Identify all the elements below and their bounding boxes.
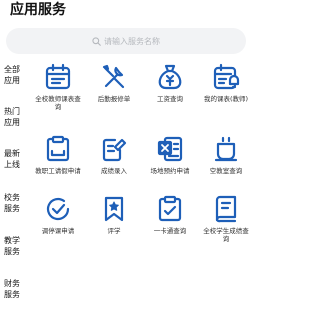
calendar-bell-icon [213,63,240,90]
service-label: 成绩录入 [101,167,127,175]
service-tile[interactable]: 工资查询 [142,62,198,103]
money-bag-icon [158,64,182,90]
excel-icon [157,136,183,162]
edit-icon [102,138,127,162]
service-tile[interactable]: 我的课表(教师) [198,62,254,103]
service-tile[interactable]: 后勤报修单 [86,62,142,103]
service-tile[interactable]: 空教室查询 [198,134,254,175]
clipboard-icon [46,135,70,162]
service-label: 评学 [107,227,121,235]
clipboard-check-icon [158,195,182,222]
service-tile[interactable]: 教职工请假申请 [30,134,86,175]
sidebar-item-teaching[interactable]: 教学服务 [4,235,24,257]
search-input[interactable]: 请输入服务名称 [104,36,160,47]
cup-icon [214,136,238,162]
service-tile[interactable]: 场地预约申请 [142,134,198,175]
check-circle-icon [46,197,70,221]
search-icon [92,36,101,46]
service-label: 全校学生成绩查询 [203,227,249,243]
service-label: 全校教师课表查询 [35,95,81,111]
service-tile[interactable]: 一卡通查询 [142,194,198,235]
service-label: 一卡通查询 [153,227,187,235]
service-label: 空教室查询 [209,167,243,175]
service-tile[interactable]: 成绩录入 [86,134,142,175]
service-tile[interactable]: 全校学生成绩查询 [198,194,254,243]
service-label: 教职工请假申请 [35,167,81,175]
service-tile[interactable]: 调停课申请 [30,194,86,235]
sidebar-item-finance[interactable]: 财务服务 [4,278,24,300]
service-label: 调停课申请 [41,227,75,235]
service-label: 我的课表(教师) [203,95,249,103]
sidebar-item-new[interactable]: 最新上线 [4,148,24,170]
page-title: 应用服务 [10,2,66,18]
sidebar-item-popular[interactable]: 热门应用 [4,106,24,128]
calendar-icon [45,63,71,90]
wrench-icon [102,64,125,89]
sidebar-item-all[interactable]: 全部应用 [4,64,24,86]
search-bar[interactable]: 请输入服务名称 [6,28,246,54]
service-label: 场地预约申请 [150,167,190,175]
service-label: 工资查询 [157,95,183,103]
service-tile[interactable]: 评学 [86,194,142,235]
service-tile[interactable]: 全校教师课表查询 [30,62,86,111]
service-label: 后勤报修单 [97,95,131,103]
bookmark-star-icon [104,196,124,222]
book-icon [215,195,237,223]
sidebar-item-school-affairs[interactable]: 校务服务 [4,192,24,214]
